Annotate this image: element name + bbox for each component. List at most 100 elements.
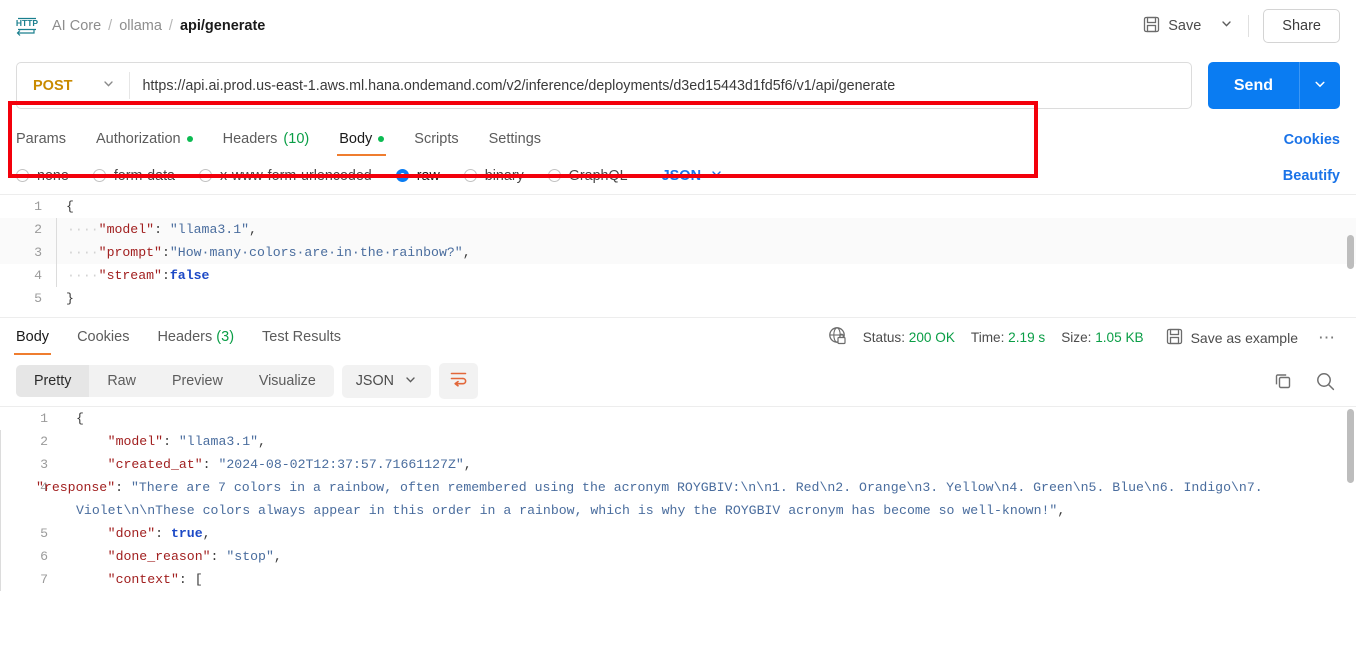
code-token: :: [154, 222, 170, 237]
scrollbar-thumb[interactable]: [1347, 235, 1354, 269]
request-tabs: Params Authorization Headers (10) Body S…: [0, 121, 1356, 158]
tab-label: Scripts: [414, 131, 459, 147]
status-value: 200 OK: [908, 330, 955, 345]
radio-icon: [199, 169, 212, 182]
send-button-group: Send: [1207, 62, 1340, 109]
send-options-button[interactable]: [1299, 62, 1340, 109]
globe-lock-icon[interactable]: [828, 326, 847, 350]
breadcrumb-separator: /: [108, 18, 113, 34]
word-wrap-button[interactable]: [438, 363, 478, 399]
code-line: 2 "model": "llama3.1",: [0, 430, 1356, 453]
tab-label: Settings: [488, 131, 542, 147]
body-type-options: none form-data x-www-form-urlencoded raw…: [0, 158, 1356, 194]
request-editor-scrollbar[interactable]: [1347, 197, 1354, 315]
code-token: ,: [273, 549, 282, 564]
view-mode-raw[interactable]: Raw: [89, 365, 154, 397]
code-token: :: [161, 268, 170, 283]
line-number: 7: [0, 568, 62, 591]
raw-format-label: JSON: [661, 167, 702, 184]
response-header: Body Cookies Headers (3) Test Results St…: [0, 317, 1356, 357]
response-scrollbar[interactable]: [1347, 409, 1354, 597]
http-method-selector[interactable]: POST: [17, 63, 129, 108]
line-number: 1: [34, 199, 42, 214]
url-input[interactable]: [130, 63, 1191, 108]
code-value: "There are 7 colors in a rainbow, often …: [76, 480, 1271, 518]
tab-label: Headers: [222, 131, 278, 147]
code-token: ,: [463, 457, 472, 472]
tab-label: Test Results: [262, 329, 342, 345]
response-format-selector[interactable]: JSON: [341, 364, 431, 398]
code-token: {: [66, 199, 74, 214]
code-indent: ····: [67, 245, 99, 260]
breadcrumb-item-collection[interactable]: ollama: [119, 18, 162, 34]
body-type-binary[interactable]: binary: [463, 168, 524, 184]
tab-scripts[interactable]: Scripts: [414, 123, 458, 156]
code-line: 7 "context": [: [0, 568, 1356, 591]
code-token: ,: [1057, 503, 1066, 518]
view-mode-visualize[interactable]: Visualize: [241, 365, 334, 397]
save-button[interactable]: Save: [1133, 10, 1211, 43]
tab-settings[interactable]: Settings: [489, 123, 541, 156]
raw-format-selector[interactable]: JSON: [662, 167, 724, 184]
tab-params[interactable]: Params: [16, 123, 66, 156]
response-view-toolbar: Pretty Raw Preview Visualize JSON: [0, 357, 1356, 406]
body-type-label: GraphQL: [568, 167, 628, 184]
response-tab-test-results[interactable]: Test Results: [262, 320, 341, 355]
code-value: "How·many·colors·are·in·the·rainbow?": [169, 245, 463, 260]
code-key: "context": [107, 572, 179, 587]
breadcrumb-item-request[interactable]: api/generate: [180, 18, 265, 34]
body-type-graphql[interactable]: GraphQL: [547, 167, 628, 184]
response-toolbar-actions: [1273, 371, 1340, 392]
beautify-link[interactable]: Beautify: [1283, 168, 1340, 184]
view-mode-pretty[interactable]: Pretty: [16, 365, 90, 397]
status-stat: Status: 200 OK: [863, 330, 955, 345]
tab-body[interactable]: Body: [337, 123, 387, 156]
code-token: {: [76, 411, 84, 426]
body-type-label: x-www-form-urlencoded: [220, 167, 372, 184]
time-value: 2.19 s: [1008, 330, 1046, 345]
header-actions: Save Share: [1133, 9, 1340, 43]
response-view-modes: Pretty Raw Preview Visualize: [16, 365, 334, 397]
size-value: 1.05 KB: [1095, 330, 1144, 345]
line-number: 6: [0, 545, 62, 568]
code-value: "llama3.1": [178, 434, 259, 449]
tab-authorization[interactable]: Authorization: [96, 123, 193, 156]
radio-icon: [92, 169, 106, 182]
status-dot-icon: [378, 136, 385, 142]
body-type-urlencoded[interactable]: x-www-form-urlencoded: [199, 168, 372, 184]
response-tab-body[interactable]: Body: [13, 320, 52, 355]
code-token: :: [161, 245, 170, 260]
tab-label: Body: [16, 329, 50, 345]
ellipsis-icon[interactable]: ⋯: [1314, 328, 1340, 348]
chevron-down-icon: [404, 373, 417, 390]
code-line: 3 ····"prompt":"How·many·colors·are·in·t…: [0, 241, 1356, 264]
line-number: 1: [40, 411, 48, 426]
view-mode-preview[interactable]: Preview: [154, 365, 241, 397]
request-body-editor[interactable]: 1 { 2 ····"model": "llama3.1", 3 ····"pr…: [0, 194, 1356, 317]
save-as-example-button[interactable]: Save as example: [1166, 328, 1298, 348]
cookies-link[interactable]: Cookies: [1284, 132, 1340, 148]
code-token: ,: [249, 222, 257, 237]
body-type-none[interactable]: none: [16, 168, 69, 184]
body-type-form-data[interactable]: form-data: [92, 167, 175, 184]
word-wrap-icon: [449, 369, 468, 393]
scrollbar-thumb[interactable]: [1347, 409, 1354, 483]
svg-text:HTTP: HTTP: [16, 18, 39, 28]
send-button[interactable]: Send: [1207, 62, 1299, 109]
body-type-raw[interactable]: raw: [395, 168, 440, 184]
search-icon[interactable]: [1315, 371, 1336, 392]
code-token: ,: [258, 434, 266, 449]
tab-label: Authorization: [95, 131, 181, 147]
response-tab-cookies[interactable]: Cookies: [77, 320, 129, 355]
breadcrumb-item-workspace[interactable]: AI Core: [52, 18, 101, 34]
body-type-label: form-data: [113, 167, 175, 184]
response-body-viewer[interactable]: 1 { 2 "model": "llama3.1", 3 "created_at…: [0, 406, 1356, 598]
code-line: 5 "done": true,: [0, 522, 1356, 545]
share-button[interactable]: Share: [1263, 9, 1340, 43]
response-tab-headers[interactable]: Headers (3): [157, 320, 234, 355]
save-options-button[interactable]: [1211, 11, 1242, 41]
code-key: "stream": [98, 268, 162, 283]
line-number: 2: [34, 222, 42, 237]
tab-headers[interactable]: Headers (10): [223, 123, 310, 156]
copy-icon[interactable]: [1273, 371, 1293, 391]
